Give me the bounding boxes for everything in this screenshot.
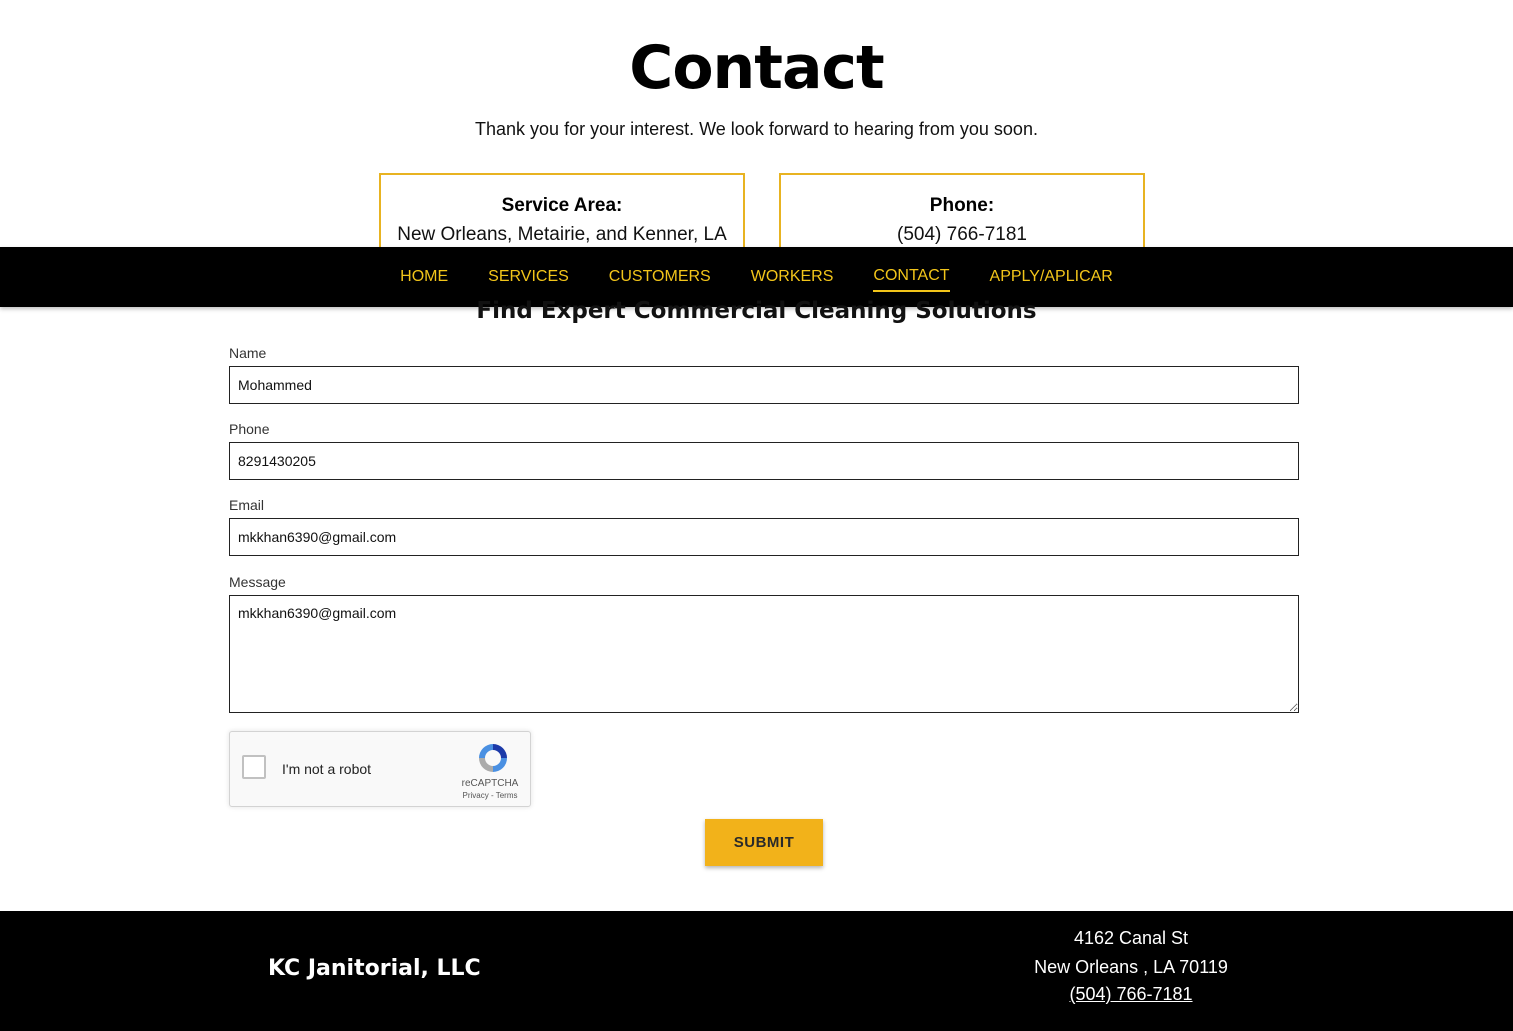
email-field[interactable] [229, 518, 1299, 556]
nav-contact[interactable]: CONTACT [873, 262, 950, 292]
nav-apply[interactable]: APPLY/APLICAR [990, 263, 1113, 291]
phone-box-value: (504) 766-7181 [897, 224, 1027, 245]
name-field[interactable] [229, 366, 1299, 404]
service-area-value: New Orleans, Metairie, and Kenner, LA [397, 224, 727, 245]
nav-home[interactable]: HOME [400, 263, 448, 291]
form-heading: Find Expert Commercial Cleaning Solution… [476, 298, 1037, 324]
footer-address-line1: 4162 Canal St [1073, 928, 1189, 948]
page-subtitle: Thank you for your interest. We look for… [475, 119, 1038, 139]
submit-button[interactable]: SUBMIT [705, 819, 823, 866]
message-label: Message [229, 574, 286, 590]
recaptcha-widget: I'm not a robot reCAPTCHA Privacy - Term… [229, 731, 531, 807]
service-area-label: Service Area: [501, 195, 623, 216]
nav-workers[interactable]: WORKERS [751, 263, 834, 291]
phone-label: Phone [229, 421, 270, 437]
footer-phone-container: (504) 766-7181 [1001, 982, 1261, 1006]
recaptcha-checkbox[interactable] [242, 755, 266, 779]
footer-address-line2: New Orleans , LA 70119 [1034, 957, 1228, 977]
nav-services[interactable]: SERVICES [488, 263, 569, 291]
recaptcha-label: I'm not a robot [282, 761, 372, 777]
page-title: Contact [629, 33, 884, 103]
message-field[interactable]: mkkhan6390@gmail.com [229, 595, 1299, 713]
recaptcha-logo-icon [479, 744, 507, 772]
recaptcha-brand: reCAPTCHA [461, 778, 519, 789]
email-label: Email [229, 497, 265, 513]
footer-phone-link[interactable]: (504) 766-7181 [1069, 984, 1192, 1004]
name-label: Name [229, 345, 267, 361]
phone-box-label: Phone: [929, 195, 995, 216]
recaptcha-links[interactable]: Privacy - Terms [452, 791, 528, 801]
footer-brand: KC Janitorial, LLC [268, 956, 481, 981]
phone-field[interactable] [229, 442, 1299, 480]
footer: KC Janitorial, LLC 4162 Canal St New Orl… [0, 911, 1513, 1031]
nav-customers[interactable]: CUSTOMERS [609, 263, 711, 291]
